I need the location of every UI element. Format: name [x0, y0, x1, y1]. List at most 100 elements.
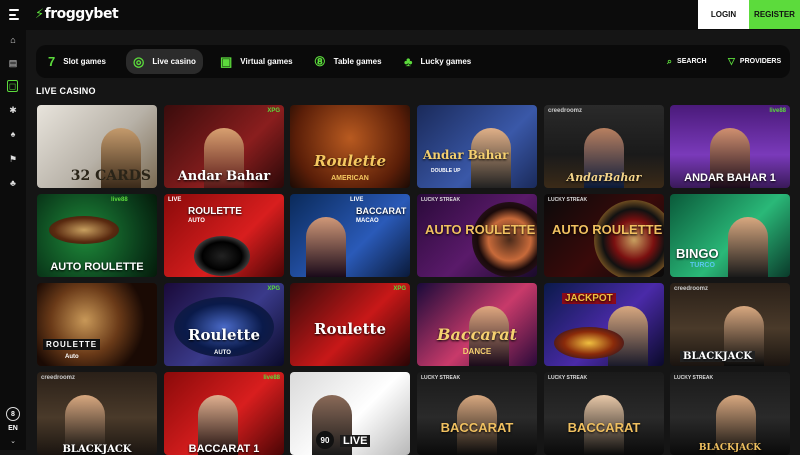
roulette-wheel	[472, 202, 537, 277]
providers-button[interactable]: ▽ PROVIDERS	[728, 45, 781, 78]
register-button[interactable]: REGISTER	[749, 0, 800, 29]
game-title: 32 CARDS	[70, 168, 151, 184]
game-card[interactable]: XPG Roulette	[290, 283, 410, 366]
tab-table-games[interactable]: ⑧ Table games	[314, 45, 382, 78]
game-title: BLACKJACK	[698, 443, 762, 453]
tab-virtual-games[interactable]: ▣ Virtual games	[220, 45, 293, 78]
provider-badge: live88	[263, 375, 280, 381]
game-card[interactable]: ROULETTE Auto	[37, 283, 157, 366]
game-title: BACCARAT	[440, 420, 514, 435]
menu-icon[interactable]	[9, 9, 19, 20]
dealer-image	[728, 217, 768, 277]
tab-live-casino[interactable]: ◎ Live casino	[126, 49, 203, 74]
game-title: AUTO ROULETTE	[425, 222, 536, 237]
filter-icon: ▽	[728, 56, 735, 66]
provider-badge: creedroomz	[548, 108, 583, 114]
game-subtitle: AUTO	[188, 218, 205, 224]
game-card[interactable]: Andar Bahar DOUBLE UP	[417, 105, 537, 188]
game-subtitle: Auto	[65, 354, 79, 360]
game-title: AUTO ROULETTE	[552, 222, 663, 237]
provider-badge: LUCKY STREAK	[548, 197, 588, 203]
casino-icon[interactable]: ◻	[7, 80, 18, 92]
settings-icon[interactable]: ✱	[8, 105, 18, 115]
game-title: AUTO ROULETTE	[50, 261, 144, 273]
provider-badge: creedroomz	[41, 375, 76, 381]
game-card[interactable]: LIVE 90	[290, 372, 410, 455]
provider-badge: LUCKY STREAK	[674, 375, 714, 381]
provider-badge: live88	[769, 108, 786, 114]
search-icon: ⌕	[667, 56, 673, 66]
game-card[interactable]: LUCKY STREAK BLACKJACK	[670, 372, 790, 455]
provider-badge: LIVE	[168, 197, 182, 203]
roulette-wheel	[594, 200, 664, 277]
frog-icon: ⚡	[35, 6, 44, 22]
game-title: BACCARAT 1	[188, 443, 260, 455]
game-card[interactable]: live88 AUTO ROULETTE	[37, 194, 157, 277]
game-card[interactable]: live88 BACCARAT 1	[164, 372, 284, 455]
game-title: BACCARAT	[567, 420, 641, 435]
game-title: Andar Bahar	[423, 148, 509, 162]
game-card[interactable]: creedroomz BLACKJACK	[670, 283, 790, 366]
game-card[interactable]: creedroomz BLACKJACK	[37, 372, 157, 455]
cards-icon[interactable]: ♠	[8, 129, 18, 139]
game-subtitle: AMERICAN	[331, 175, 369, 182]
game-title: BLACKJACK	[680, 351, 756, 362]
provider-badge: LUCKY STREAK	[421, 197, 461, 203]
live-icon: ◎	[133, 53, 145, 69]
provider-badge: XPG	[267, 286, 280, 292]
roulette-wheel	[554, 327, 624, 359]
game-card[interactable]: 32 CARDS	[37, 105, 157, 188]
roulette-wheel	[49, 216, 119, 244]
game-card[interactable]: LIVE ROULETTE AUTO	[164, 194, 284, 277]
game-title: BINGO	[676, 246, 719, 261]
game-card[interactable]: LIVE BACCARAT MACAO	[290, 194, 410, 277]
search-button[interactable]: ⌕ SEARCH	[667, 45, 707, 78]
game-card[interactable]: BINGO TURCO	[670, 194, 790, 277]
game-title: Baccarat	[437, 325, 517, 344]
game-title: ROULETTE	[188, 206, 242, 217]
login-button[interactable]: LOGIN	[698, 0, 749, 29]
game-subtitle: MACAO	[356, 218, 379, 224]
game-title: Andar Bahar	[177, 169, 271, 184]
tab-slot-games[interactable]: 7 Slot games	[48, 45, 106, 78]
game-card[interactable]: creedroomz AndarBahar	[544, 105, 664, 188]
game-card[interactable]: LUCKY STREAK BACCARAT	[417, 372, 537, 455]
section-title: LIVE CASINO	[36, 86, 96, 96]
game-card[interactable]: XPG Roulette AUTO	[164, 283, 284, 366]
game-title: BACCARAT	[356, 206, 407, 216]
game-card[interactable]: JACKPOT	[544, 283, 664, 366]
provider-badge: creedroomz	[674, 286, 709, 292]
game-card[interactable]: live88 ANDAR BAHAR 1	[670, 105, 790, 188]
language-switch[interactable]: EN	[6, 425, 20, 432]
provider-badge: LUCKY STREAK	[421, 375, 461, 381]
age-18-icon: 8	[6, 407, 20, 421]
game-title: JACKPOT	[562, 293, 616, 304]
slot-icon[interactable]: ▤	[8, 58, 18, 68]
chevron-down-icon[interactable]: ⌄	[8, 436, 18, 446]
provider-badge: LIVE	[350, 197, 364, 203]
game-subtitle: DOUBLE UP	[431, 168, 461, 174]
game-title: Roulette	[313, 320, 387, 338]
game-title: ROULETTE	[43, 339, 101, 350]
game-title: AndarBahar	[566, 171, 642, 184]
game-title: Roulette	[187, 326, 261, 344]
provider-badge: live88	[111, 197, 128, 203]
provider-badge: LIVE	[340, 435, 371, 447]
game-card[interactable]: LUCKY STREAK AUTO ROULETTE	[544, 194, 664, 277]
flag-icon[interactable]: ⚑	[8, 154, 18, 164]
game-card[interactable]: LUCKY STREAK AUTO ROULETTE	[417, 194, 537, 277]
bell-icon[interactable]: ♣	[8, 178, 18, 188]
game-card[interactable]: XPG Andar Bahar	[164, 105, 284, 188]
logo[interactable]: ⚡ froggybet	[35, 6, 119, 22]
top-bar: ⚡ froggybet LOGIN REGISTER	[0, 0, 800, 30]
game-card[interactable]: Roulette AMERICAN	[290, 105, 410, 188]
chip-icon: ⑧	[314, 53, 326, 69]
game-subtitle: AUTO	[214, 350, 231, 356]
tab-lucky-games[interactable]: ♣ Lucky games	[404, 45, 471, 78]
game-card[interactable]: Baccarat DANCE	[417, 283, 537, 366]
game-subtitle: DANCE	[462, 347, 492, 356]
home-icon[interactable]: ⌂	[8, 35, 18, 45]
dealer-image	[306, 217, 346, 277]
clover-icon: ♣	[404, 54, 413, 69]
game-card[interactable]: LUCKY STREAK BACCARAT	[544, 372, 664, 455]
